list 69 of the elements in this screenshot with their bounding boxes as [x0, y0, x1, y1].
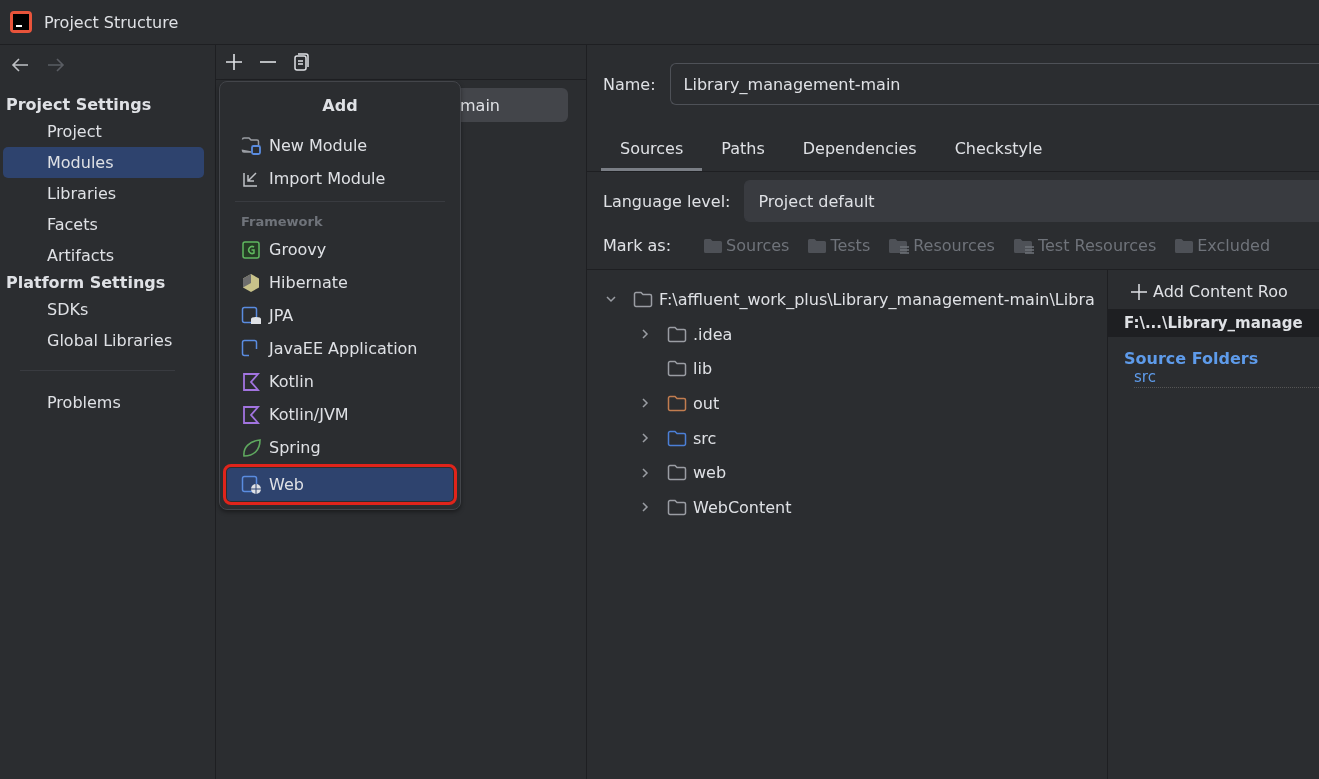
sidebar-item[interactable]: Problems — [3, 387, 204, 418]
kotlin-icon — [241, 404, 263, 425]
language-level-label: Language level: — [603, 191, 731, 211]
expand-arrow[interactable] — [639, 328, 651, 341]
tree-item[interactable]: WebContent — [693, 497, 792, 517]
globe-module-icon — [241, 474, 263, 495]
tab[interactable]: Dependencies — [783, 131, 936, 171]
expand-arrow[interactable] — [639, 501, 651, 514]
chevron-right-icon — [639, 328, 651, 341]
sidebar-item[interactable]: Artifacts — [3, 240, 204, 271]
tree-item[interactable]: web — [693, 463, 727, 483]
menu-item[interactable]: New Module — [227, 129, 453, 162]
folder-icon — [888, 237, 911, 254]
database-module-icon — [241, 305, 263, 326]
tab[interactable]: Checkstyle — [935, 131, 1062, 171]
language-level-dropdown[interactable]: Project default — [744, 180, 1319, 222]
chevron-right-icon — [639, 466, 651, 479]
add-content-root-button[interactable]: Add Content Roo — [1108, 270, 1319, 301]
menu-item[interactable]: Spring — [227, 431, 453, 464]
tree-item[interactable]: lib — [693, 359, 713, 379]
folder-icon — [1174, 237, 1195, 254]
menu-item[interactable]: Import Module — [227, 162, 453, 195]
popup-title: Add — [321, 95, 359, 117]
menu-item[interactable]: JavaEE Application — [227, 332, 453, 365]
source-folder: src — [1134, 368, 1319, 388]
tree-item[interactable]: out — [693, 393, 720, 413]
chevron-right-icon — [639, 501, 651, 514]
content-root-path: F:\...\Library_manage — [1108, 309, 1319, 337]
window-title: Project Structure — [44, 12, 179, 32]
chevron-right-icon — [639, 432, 651, 445]
group-heading: Platform Settings — [5, 272, 167, 294]
expand-arrow[interactable] — [639, 397, 651, 410]
mark-as-label: Mark as: — [603, 236, 672, 255]
tab[interactable]: Paths — [702, 131, 784, 171]
menu-item[interactable]: Kotlin — [227, 365, 453, 398]
folder-icon — [703, 237, 724, 254]
sidebar-item[interactable]: Libraries — [3, 178, 204, 209]
tree-item[interactable]: src — [693, 428, 717, 448]
menu-item[interactable]: Kotlin/JVM — [227, 398, 453, 431]
section-heading: Framework — [240, 213, 324, 231]
group-heading: Project Settings — [5, 94, 153, 116]
sidebar-item[interactable]: SDKs — [3, 294, 204, 325]
chevron-right-icon — [639, 397, 651, 410]
tree-item[interactable]: .idea — [693, 324, 733, 344]
sidebar-item[interactable]: Modules — [3, 147, 204, 178]
folder-icon — [1012, 237, 1035, 254]
menu-item[interactable]: Groovy — [227, 233, 453, 266]
add-icon — [1130, 282, 1148, 301]
folder-module-icon — [241, 135, 263, 156]
folder-icon — [807, 237, 828, 254]
kotlin-icon — [241, 371, 263, 392]
name-field[interactable]: Library_management-main — [669, 63, 1319, 105]
sidebar-item[interactable]: Facets — [3, 209, 204, 240]
add-icon[interactable] — [224, 52, 244, 72]
expand-arrow[interactable] — [639, 466, 651, 479]
copy-icon[interactable] — [292, 52, 310, 72]
app-logo-icon — [10, 11, 32, 33]
groovy-icon — [241, 239, 263, 260]
sidebar-item[interactable]: Project — [3, 116, 204, 147]
expand-arrow[interactable] — [639, 432, 651, 445]
source-folders-heading: Source Folders — [1123, 348, 1260, 368]
sidebar-item[interactable]: Global Libraries — [3, 325, 204, 356]
menu-item[interactable]: JPA — [227, 299, 453, 332]
name-label: Name: — [603, 74, 656, 94]
tab[interactable]: Sources — [601, 131, 703, 171]
menu-item[interactable]: Hibernate — [227, 266, 453, 299]
leaf-icon — [241, 437, 263, 458]
back-arrow-icon[interactable] — [10, 57, 30, 73]
tree-item[interactable]: F:\affluent_work_plus\Library_management-main\Libra — [659, 289, 1095, 309]
